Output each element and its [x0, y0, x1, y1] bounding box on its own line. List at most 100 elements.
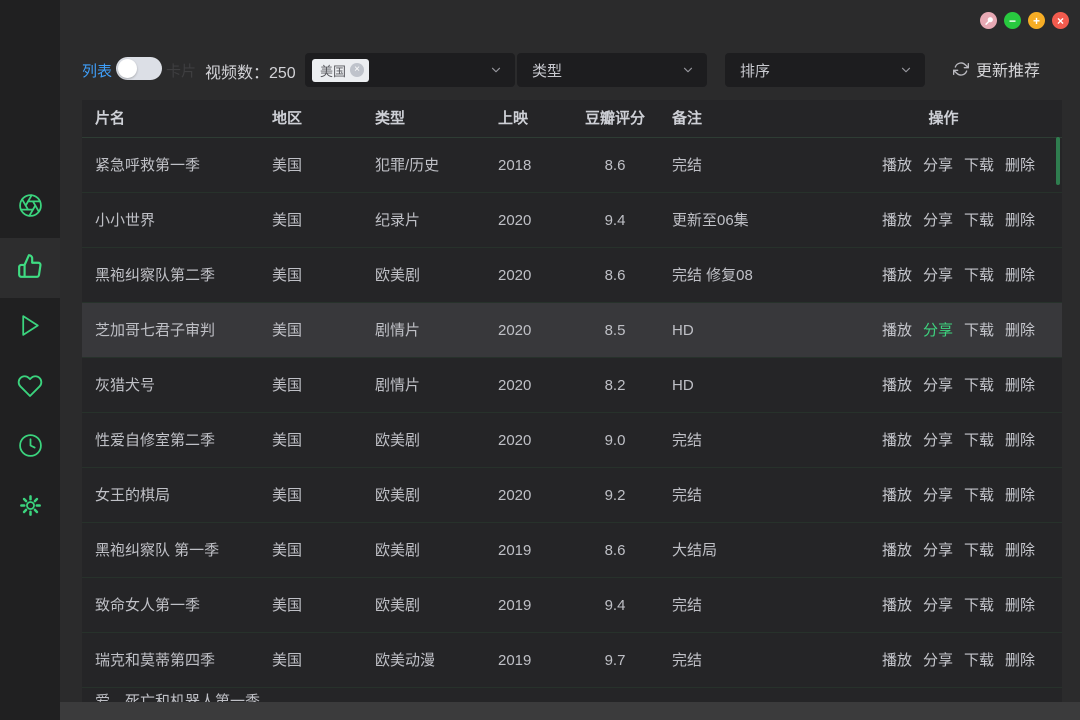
action-download[interactable]: 下载 — [964, 193, 994, 248]
cell-type: 剧情片 — [375, 358, 420, 413]
table-row[interactable]: 芝加哥七君子审判美国剧情片20208.5HD播放分享下载删除 — [82, 303, 1062, 358]
refresh-label: 更新推荐 — [976, 57, 1040, 81]
cell-note: 大结局 — [672, 523, 717, 578]
play-icon — [18, 313, 43, 343]
row-actions: 播放分享下载删除 — [852, 413, 1035, 468]
cell-note: 更新至06集 — [672, 193, 749, 248]
action-share[interactable]: 分享 — [923, 468, 953, 523]
action-play[interactable]: 播放 — [882, 413, 912, 468]
table-row[interactable]: 紧急呼救第一季美国犯罪/历史20188.6完结播放分享下载删除 — [82, 138, 1062, 193]
sidebar-item-likes[interactable] — [0, 238, 60, 298]
row-actions: 播放分享下载删除 — [852, 248, 1035, 303]
region-select[interactable]: 美国 × — [305, 53, 515, 87]
type-select[interactable]: 类型 — [517, 53, 707, 87]
cell-type: 欧美动漫 — [375, 633, 435, 688]
action-delete[interactable]: 删除 — [1005, 193, 1035, 248]
table-row[interactable]: 黑袍纠察队第二季美国欧美剧20208.6完结 修复08播放分享下载删除 — [82, 248, 1062, 303]
cell-type: 欧美剧 — [375, 413, 420, 468]
table-row[interactable]: 女王的棋局美国欧美剧20209.2完结播放分享下载删除 — [82, 468, 1062, 523]
cell-region: 美国 — [272, 523, 302, 578]
action-play[interactable]: 播放 — [882, 523, 912, 578]
action-share[interactable]: 分享 — [923, 358, 953, 413]
action-download[interactable]: 下载 — [964, 138, 994, 193]
sort-select[interactable]: 排序 — [725, 53, 925, 87]
action-delete[interactable]: 删除 — [1005, 578, 1035, 633]
table-row[interactable]: 瑞克和莫蒂第四季美国欧美动漫20199.7完结播放分享下载删除 — [82, 633, 1062, 688]
video-count: 视频数：250 — [205, 59, 296, 83]
table-row[interactable]: 小小世界美国纪录片20209.4更新至06集播放分享下载删除 — [82, 193, 1062, 248]
sidebar-item-favorites[interactable] — [0, 358, 60, 418]
table-body: 紧急呼救第一季美国犯罪/历史20188.6完结播放分享下载删除小小世界美国纪录片… — [82, 138, 1062, 720]
action-share[interactable]: 分享 — [923, 303, 953, 358]
action-download[interactable]: 下载 — [964, 468, 994, 523]
action-share[interactable]: 分享 — [923, 193, 953, 248]
toolbar: 列表 卡片 视频数：250 美国 × 类型 排序 更新推荐 — [60, 46, 1080, 94]
cell-type: 剧情片 — [375, 303, 420, 358]
row-actions: 播放分享下载删除 — [852, 633, 1035, 688]
sidebar-item-play[interactable] — [0, 298, 60, 358]
action-share[interactable]: 分享 — [923, 413, 953, 468]
action-delete[interactable]: 删除 — [1005, 248, 1035, 303]
row-actions: 播放分享下载删除 — [852, 358, 1035, 413]
view-toggle[interactable] — [116, 57, 162, 80]
video-table: 片名 地区 类型 上映 豆瓣评分 备注 操作 紧急呼救第一季美国犯罪/历史201… — [82, 100, 1062, 720]
region-tag: 美国 × — [312, 59, 369, 82]
aperture-icon — [18, 193, 43, 223]
action-share[interactable]: 分享 — [923, 578, 953, 633]
sidebar-item-aperture[interactable] — [0, 178, 60, 238]
action-share[interactable]: 分享 — [923, 138, 953, 193]
action-play[interactable]: 播放 — [882, 633, 912, 688]
list-view-label[interactable]: 列表 — [82, 60, 112, 81]
sidebar-item-settings[interactable] — [0, 478, 60, 538]
table-row[interactable]: 灰猎犬号美国剧情片20208.2HD播放分享下载删除 — [82, 358, 1062, 413]
action-share[interactable]: 分享 — [923, 248, 953, 303]
action-delete[interactable]: 删除 — [1005, 523, 1035, 578]
cell-year: 2020 — [498, 413, 531, 468]
minimize-button[interactable]: − — [1004, 12, 1021, 29]
remove-tag-icon[interactable]: × — [350, 63, 364, 77]
action-delete[interactable]: 删除 — [1005, 468, 1035, 523]
action-delete[interactable]: 删除 — [1005, 303, 1035, 358]
sidebar-item-history[interactable] — [0, 418, 60, 478]
action-download[interactable]: 下载 — [964, 358, 994, 413]
cell-rating: 8.6 — [580, 138, 650, 193]
action-download[interactable]: 下载 — [964, 578, 994, 633]
action-delete[interactable]: 删除 — [1005, 358, 1035, 413]
action-delete[interactable]: 删除 — [1005, 138, 1035, 193]
action-download[interactable]: 下载 — [964, 633, 994, 688]
action-share[interactable]: 分享 — [923, 633, 953, 688]
cell-type: 欧美剧 — [375, 248, 420, 303]
table-row[interactable]: 致命女人第一季美国欧美剧20199.4完结播放分享下载删除 — [82, 578, 1062, 633]
action-download[interactable]: 下载 — [964, 303, 994, 358]
action-play[interactable]: 播放 — [882, 303, 912, 358]
thumbs-up-icon — [17, 253, 43, 284]
action-delete[interactable]: 删除 — [1005, 633, 1035, 688]
action-share[interactable]: 分享 — [923, 523, 953, 578]
cell-rating: 8.6 — [580, 248, 650, 303]
pin-icon — [984, 16, 994, 26]
action-download[interactable]: 下载 — [964, 248, 994, 303]
close-button[interactable]: × — [1052, 12, 1069, 29]
action-delete[interactable]: 删除 — [1005, 413, 1035, 468]
cell-year: 2018 — [498, 138, 531, 193]
action-play[interactable]: 播放 — [882, 138, 912, 193]
action-download[interactable]: 下载 — [964, 413, 994, 468]
cell-region: 美国 — [272, 303, 302, 358]
row-actions: 播放分享下载删除 — [852, 578, 1035, 633]
action-play[interactable]: 播放 — [882, 358, 912, 413]
pin-button[interactable] — [980, 12, 997, 29]
cell-title: 致命女人第一季 — [95, 578, 200, 633]
table-row[interactable]: 性爱自修室第二季美国欧美剧20209.0完结播放分享下载删除 — [82, 413, 1062, 468]
action-download[interactable]: 下载 — [964, 523, 994, 578]
action-play[interactable]: 播放 — [882, 578, 912, 633]
refresh-recommend-button[interactable]: 更新推荐 — [953, 57, 1040, 81]
action-play[interactable]: 播放 — [882, 468, 912, 523]
table-row[interactable]: 黑袍纠察队 第一季美国欧美剧20198.6大结局播放分享下载删除 — [82, 523, 1062, 578]
chevron-down-icon — [489, 63, 503, 82]
maximize-button[interactable]: + — [1028, 12, 1045, 29]
col-note: 备注 — [672, 100, 702, 138]
action-play[interactable]: 播放 — [882, 193, 912, 248]
action-play[interactable]: 播放 — [882, 248, 912, 303]
cell-year: 2019 — [498, 633, 531, 688]
scrollbar-thumb[interactable] — [1056, 137, 1060, 185]
